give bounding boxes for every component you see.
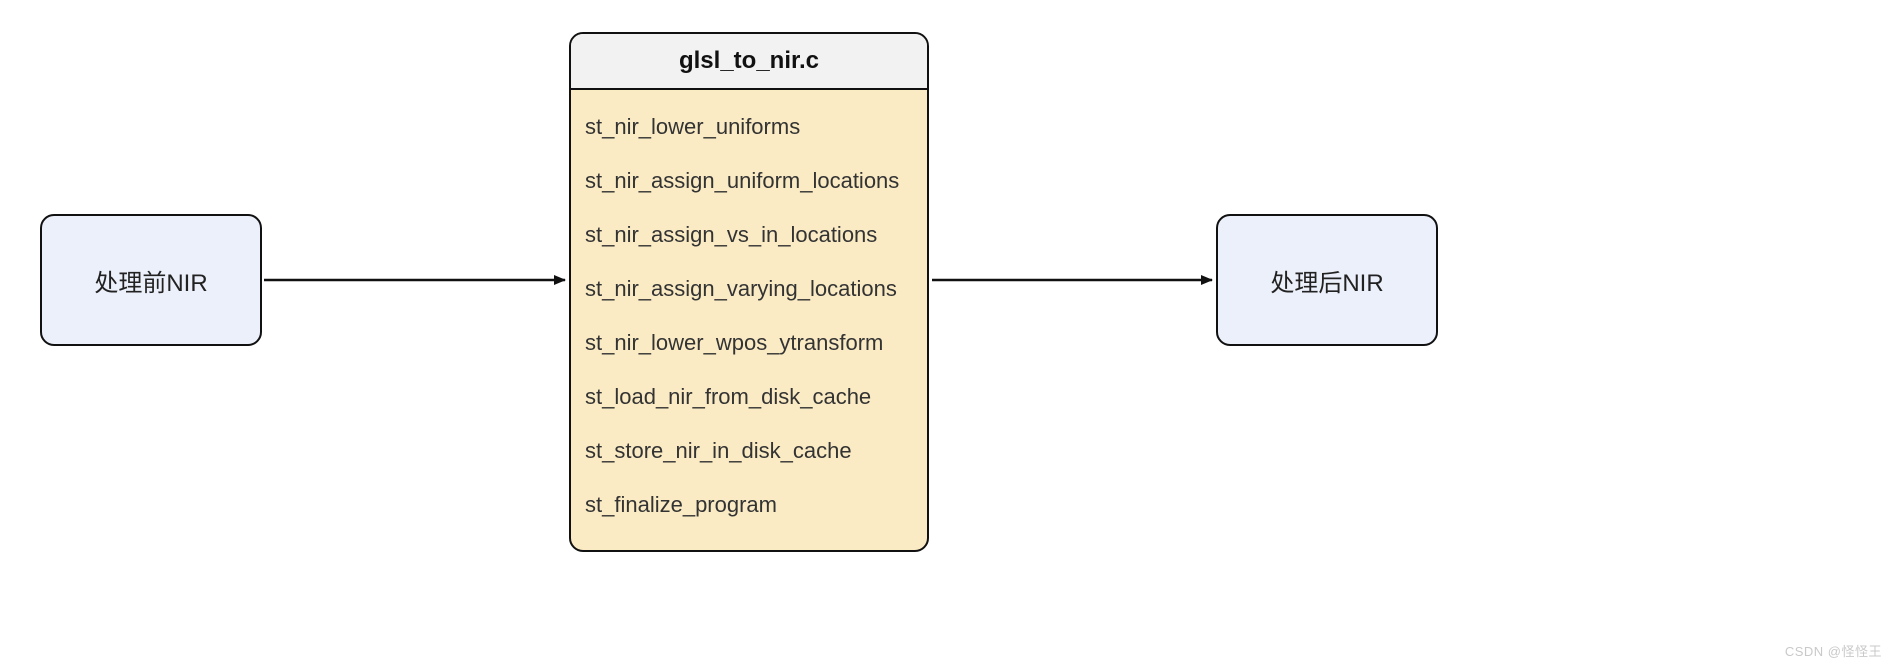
center-item: st_finalize_program — [585, 478, 913, 532]
center-module-box: glsl_to_nir.c st_nir_lower_uniforms st_n… — [569, 32, 929, 552]
center-header: glsl_to_nir.c — [571, 34, 927, 90]
center-item: st_nir_assign_varying_locations — [585, 262, 913, 316]
diagram-canvas: 处理前NIR glsl_to_nir.c st_nir_lower_unifor… — [0, 0, 1894, 668]
watermark-text: CSDN @怪怪王 — [1785, 641, 1882, 660]
center-item: st_nir_assign_vs_in_locations — [585, 208, 913, 262]
arrows-layer — [0, 0, 1894, 668]
center-item: st_nir_lower_uniforms — [585, 100, 913, 154]
center-item: st_nir_lower_wpos_ytransform — [585, 316, 913, 370]
node-before-nir: 处理前NIR — [40, 214, 262, 346]
node-after-nir: 处理后NIR — [1216, 214, 1438, 346]
node-after-nir-label: 处理后NIR — [1270, 263, 1383, 298]
center-item: st_store_nir_in_disk_cache — [585, 424, 913, 478]
node-before-nir-label: 处理前NIR — [94, 263, 207, 298]
center-items-list: st_nir_lower_uniforms st_nir_assign_unif… — [571, 90, 927, 550]
center-item: st_nir_assign_uniform_locations — [585, 154, 913, 208]
center-item: st_load_nir_from_disk_cache — [585, 370, 913, 424]
